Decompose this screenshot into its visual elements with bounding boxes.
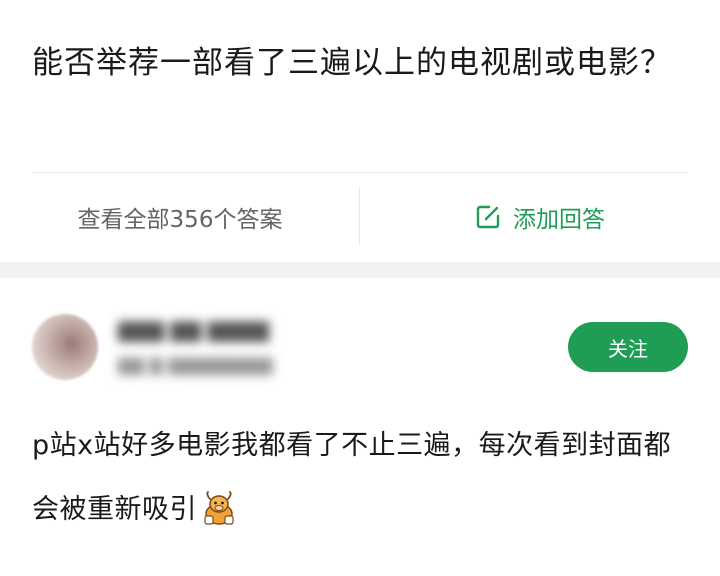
follow-button[interactable]: 关注	[568, 322, 688, 372]
answer-text: p站x站好多电影我都看了不止三遍，每次看到封面都会被重新吸引	[32, 430, 672, 525]
question-title[interactable]: 能否举荐一部看了三遍以上的电视剧或电影？	[32, 36, 692, 90]
add-answer-label: 添加回答	[513, 207, 605, 233]
question-card: 能否举荐一部看了三遍以上的电视剧或电影？ 查看全部356个答案 添加回答	[0, 0, 720, 262]
edit-icon	[475, 204, 501, 230]
answer-card: ▇▇▇ ▇▇ ▇▇▇▇ ▇▇ ▇ ▇▇▇▇▇▇▇▇ 关注 p站x站好多电影我都看…	[0, 278, 720, 576]
avatar[interactable]	[32, 314, 98, 380]
view-all-answers-button[interactable]: 查看全部356个答案	[0, 173, 360, 261]
author-name[interactable]: ▇▇▇ ▇▇ ▇▇▇▇	[118, 318, 269, 344]
add-answer-button[interactable]: 添加回答	[360, 173, 720, 261]
cow-emoji-icon	[199, 486, 239, 525]
answer-body[interactable]: p站x站好多电影我都看了不止三遍，每次看到封面都会被重新吸引	[32, 414, 692, 542]
section-separator	[0, 262, 720, 278]
author-meta: ▇▇ ▇ ▇▇▇▇▇▇▇▇	[118, 356, 273, 376]
